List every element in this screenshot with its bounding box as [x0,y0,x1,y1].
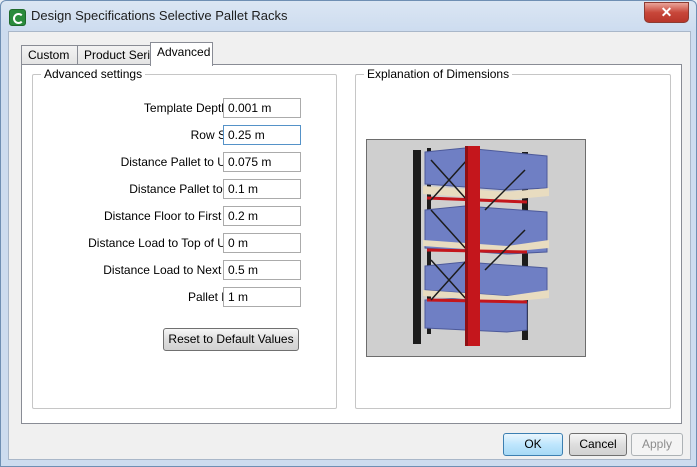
advanced-tab-panel: Advanced settings Template Depth Step 0.… [21,64,682,424]
distance-pallet-to-pallet-field[interactable]: 0.1 m [223,179,301,199]
dialog-client-area: Custom Product Series Advanced Advanced … [8,31,691,460]
title-bar[interactable]: Design Specifications Selective Pallet R… [1,1,696,31]
pallet-load-third [424,261,548,297]
ok-button[interactable]: OK [503,433,563,456]
distance-floor-to-first-beam-field[interactable]: 0.2 m [223,206,301,226]
explanation-legend: Explanation of Dimensions [367,67,510,81]
tab-advanced[interactable]: Advanced [150,42,213,66]
distance-pallet-to-upright-field[interactable]: 0.075 m [223,152,301,172]
cancel-button[interactable]: Cancel [569,433,627,456]
distance-load-to-next-beam-field[interactable]: 0.5 m [223,260,301,280]
app-icon [9,9,26,26]
front-upright-red-shade [465,146,468,346]
row-spacer-field[interactable]: 0.25 m [223,125,301,145]
advanced-settings-group: Advanced settings Template Depth Step 0.… [32,67,337,409]
front-upright-left [413,150,421,344]
pallet-height-field[interactable]: 1 m [223,287,301,307]
tab-custom[interactable]: Custom [21,45,78,65]
apply-button[interactable]: Apply [631,433,683,456]
template-depth-step-field[interactable]: 0.001 m [223,98,301,118]
distance-load-to-top-of-upright-field[interactable]: 0 m [223,233,301,253]
reset-to-default-button[interactable]: Reset to Default Values [163,328,299,351]
pallet-rack-drawing [413,146,549,346]
explanation-group: Explanation of Dimensions [355,67,671,409]
advanced-settings-legend: Advanced settings [44,67,143,81]
close-button[interactable]: ✕ [644,2,689,23]
dialog-window: Design Specifications Selective Pallet R… [0,0,697,467]
window-title: Design Specifications Selective Pallet R… [31,8,288,23]
pallet-load-top [424,147,548,191]
pallet-rack-illustration [366,139,586,357]
